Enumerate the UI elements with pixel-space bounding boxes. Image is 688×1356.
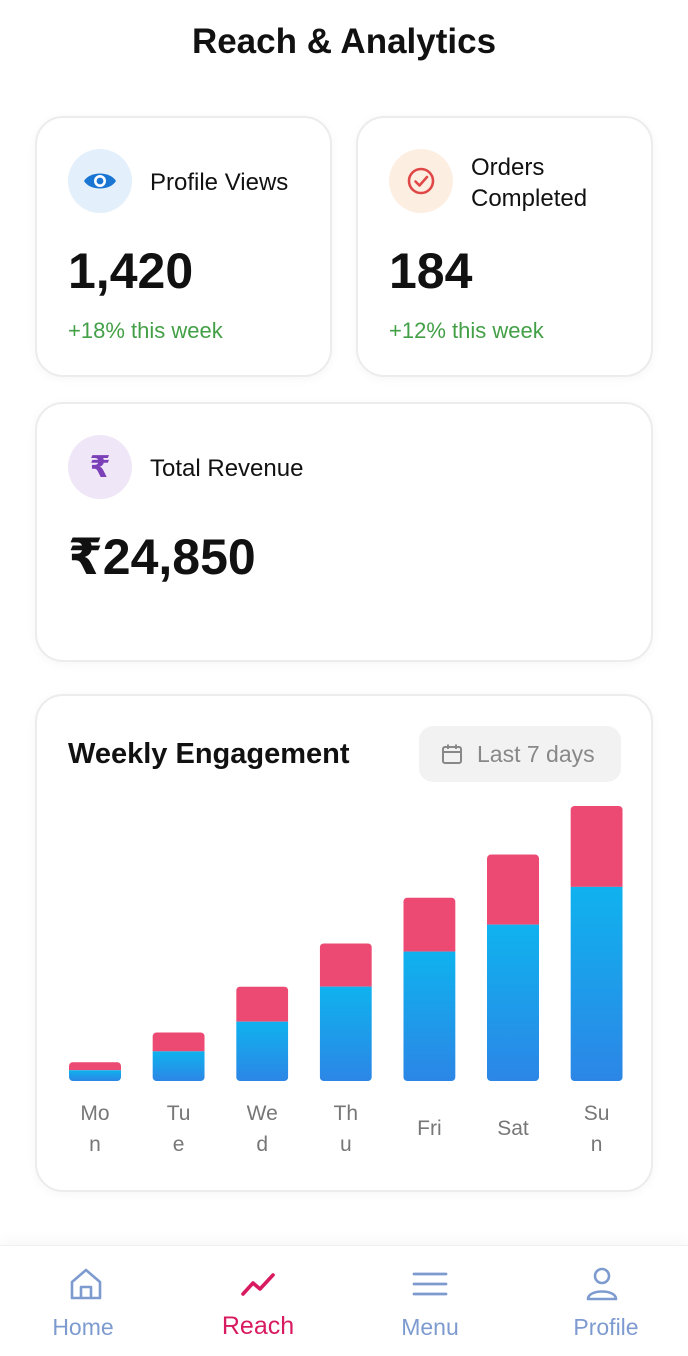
- profile-views-value: 1,420: [68, 243, 194, 299]
- total-revenue-value: ₹24,850: [68, 529, 256, 585]
- x-tick-text: Sat: [497, 1117, 529, 1140]
- orders-completed-delta: +12% this week: [389, 318, 544, 343]
- eye-icon: [68, 149, 132, 213]
- menu-icon: [412, 1272, 448, 1296]
- bar-tue: [152, 1032, 205, 1081]
- x-tick-text: Tu: [167, 1102, 191, 1125]
- nav-item-reach[interactable]: Reach: [172, 1246, 344, 1356]
- bar-segment-top-fri: [403, 897, 456, 952]
- bar-wed: [236, 986, 289, 1081]
- bar-segment-bottom-mon: [69, 1070, 121, 1081]
- orders-completed-label-line2: Completed: [471, 185, 588, 212]
- bar-segment-bottom-fri: [403, 951, 456, 1081]
- bar-segment-top-tue: [152, 1032, 205, 1052]
- reach-analytics-screen: Reach & Analytics Profile Views 1,420 +1…: [0, 0, 688, 1356]
- bar-segment-bottom-sat: [487, 924, 539, 1081]
- x-tick-label-tue: Tu e: [167, 1102, 191, 1156]
- nav-label-home: Home: [52, 1314, 114, 1340]
- total-revenue-label: Total Revenue: [150, 455, 304, 482]
- bar-sun: [570, 806, 623, 1081]
- weekly-engagement-card: Weekly Engagement Last 7 days Mo n Tu e We d T…: [35, 694, 653, 1192]
- bar-segment-top-sat: [487, 854, 539, 925]
- orders-completed-label: Orders Completed: [471, 152, 587, 214]
- x-tick-text: Th: [334, 1102, 359, 1125]
- profile-views-card[interactable]: Profile Views 1,420 +18% this week: [35, 116, 332, 377]
- nav-item-profile[interactable]: Profile: [516, 1246, 688, 1356]
- x-tick-label-wed: We d: [247, 1102, 278, 1156]
- profile-views-delta: +18% this week: [68, 318, 223, 343]
- page-title: Reach & Analytics: [191, 22, 497, 61]
- rupee-glyph: ₹: [89, 450, 111, 484]
- x-tick-text: d: [256, 1133, 268, 1156]
- x-tick-text: Mo: [80, 1102, 109, 1125]
- total-revenue-card[interactable]: ₹ Total Revenue ₹24,850: [35, 402, 653, 662]
- x-tick-label-sat: Sat: [497, 1117, 529, 1140]
- bar-segment-top-wed: [236, 986, 289, 1022]
- bar-segment-bottom-tue: [152, 1051, 205, 1081]
- orders-completed-value: 184: [389, 243, 473, 299]
- nav-label-profile: Profile: [573, 1314, 639, 1340]
- nav-label-menu: Menu: [401, 1314, 459, 1340]
- nav-item-home[interactable]: Home: [0, 1246, 172, 1356]
- x-tick-text: We: [247, 1102, 278, 1125]
- bar-segment-bottom-sun: [570, 886, 623, 1081]
- x-tick-text: e: [173, 1133, 185, 1156]
- x-tick-label-fri: Fri: [417, 1117, 442, 1140]
- bar-segment-bottom-wed: [236, 1021, 289, 1081]
- x-tick-text: n: [591, 1133, 603, 1156]
- bar-segment-top-thu: [319, 943, 372, 987]
- x-tick-label-mon: Mo n: [80, 1102, 109, 1156]
- x-tick-label-thu: Th u: [334, 1102, 359, 1156]
- x-tick-text: n: [89, 1133, 101, 1156]
- trending-up-icon: [241, 1273, 275, 1296]
- nav-item-menu[interactable]: Menu: [344, 1246, 516, 1356]
- profile-icon: [586, 1267, 618, 1301]
- engagement-chart: Mo n Tu e We d Th u Fri Sat Su n: [69, 806, 623, 1156]
- bar-segment-top-sun: [570, 806, 623, 887]
- bottom-navigation: Home Reach Menu Profile: [0, 1245, 688, 1356]
- x-tick-text: Su: [584, 1102, 610, 1125]
- x-tick-text: Fri: [417, 1117, 442, 1140]
- orders-completed-card[interactable]: Orders Completed 184 +12% this week: [356, 116, 653, 377]
- orders-completed-label-line1: Orders: [471, 154, 545, 181]
- home-icon: [70, 1268, 102, 1300]
- rupee-icon: ₹: [68, 435, 132, 499]
- bar-thu: [319, 943, 372, 1081]
- profile-views-label: Profile Views: [150, 169, 289, 196]
- x-tick-text: u: [340, 1133, 352, 1156]
- bar-segment-bottom-thu: [319, 986, 372, 1081]
- bar-segment-top-mon: [69, 1062, 121, 1071]
- bar-mon: [69, 1062, 121, 1081]
- x-tick-label-sun: Su n: [584, 1102, 610, 1156]
- bar-sat: [487, 854, 539, 1081]
- nav-label-reach: Reach: [221, 1312, 295, 1340]
- check-circle-icon: [389, 149, 453, 213]
- bar-fri: [403, 897, 456, 1081]
